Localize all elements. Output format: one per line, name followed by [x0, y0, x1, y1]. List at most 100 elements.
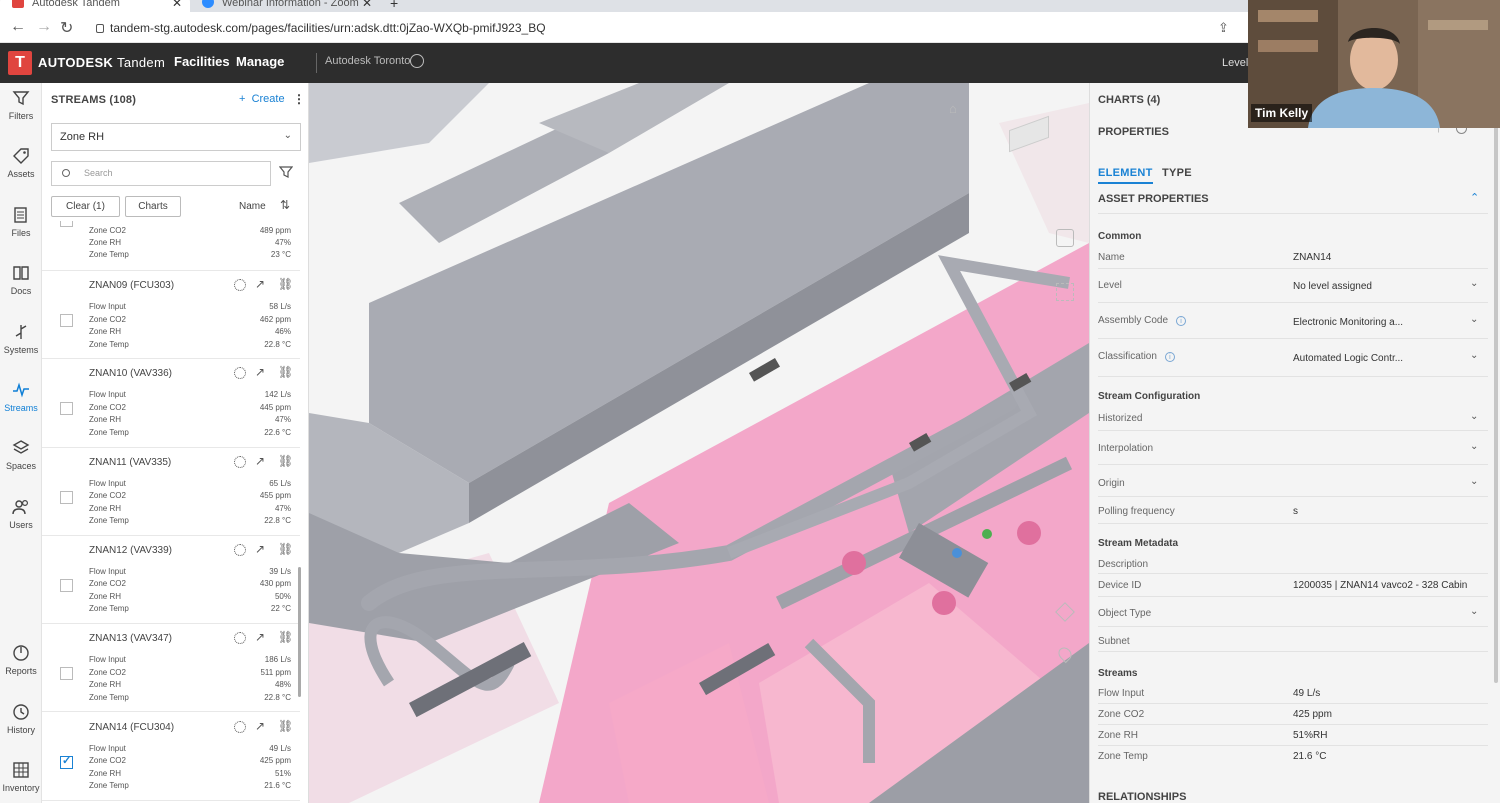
- sort-order-icon[interactable]: ⇅: [280, 198, 290, 212]
- nav-streams[interactable]: Streams: [0, 381, 42, 413]
- layers-tool-icon[interactable]: [1055, 602, 1075, 622]
- stream-checkbox[interactable]: [60, 314, 73, 327]
- advanced-filter-icon[interactable]: [279, 165, 293, 179]
- level-value[interactable]: No level assigned: [1293, 281, 1372, 292]
- stream-checkbox[interactable]: [60, 578, 73, 592]
- stream-list-item[interactable]: ZNAN14 (FCU304) ↗ ⛓ Flow Input 49 L/s Zone CO…: [42, 713, 300, 801]
- nav-spaces[interactable]: Spaces: [0, 439, 42, 471]
- 3d-viewport[interactable]: ⌂: [309, 83, 1089, 803]
- tab-type[interactable]: TYPE: [1162, 167, 1192, 179]
- link-icon[interactable]: ⛓: [278, 542, 293, 556]
- nav-filters[interactable]: Filters: [0, 89, 42, 121]
- asset-properties-header[interactable]: ASSET PROPERTIES: [1098, 193, 1209, 205]
- assembly-code-value[interactable]: Electronic Monitoring a...: [1293, 317, 1403, 328]
- new-tab-button[interactable]: +: [390, 0, 398, 11]
- stream-checkbox[interactable]: [60, 754, 73, 769]
- nav-users[interactable]: Users: [0, 498, 42, 530]
- checkbox[interactable]: [60, 221, 73, 227]
- sort-field[interactable]: Name: [239, 201, 266, 212]
- chevron-down-icon[interactable]: ⌄: [1470, 314, 1478, 325]
- url-field[interactable]: tandem-stg.autodesk.com/pages/facilities…: [96, 21, 546, 35]
- chevron-down-icon[interactable]: ⌄: [1470, 411, 1478, 422]
- trend-chart-icon[interactable]: ↗: [255, 454, 265, 468]
- close-tab-icon[interactable]: ✕: [362, 0, 372, 10]
- nav-inventory[interactable]: Inventory: [0, 761, 42, 793]
- search-input[interactable]: Search: [51, 161, 271, 186]
- clock-icon[interactable]: [410, 54, 424, 68]
- prop-label: Zone Temp: [89, 250, 129, 259]
- stream-list-item[interactable]: ZNAN13 (VAV347) ↗ ⛓ Flow Input 186 L/s Zone C…: [42, 624, 300, 713]
- trend-chart-icon[interactable]: ↗: [255, 277, 265, 291]
- classification-value[interactable]: Automated Logic Contr...: [1293, 353, 1403, 364]
- forward-arrow-icon[interactable]: →: [36, 18, 52, 36]
- trend-chart-icon[interactable]: ↗: [255, 719, 265, 733]
- facility-name[interactable]: Autodesk Toronto: [325, 55, 410, 67]
- chevron-up-icon[interactable]: ⌃: [1470, 191, 1479, 204]
- create-stream-button[interactable]: + Create: [239, 93, 285, 105]
- gear-icon[interactable]: [234, 367, 246, 380]
- link-icon[interactable]: ⛓: [278, 719, 293, 733]
- nav-systems[interactable]: Systems: [0, 323, 42, 355]
- chevron-down-icon[interactable]: ⌄: [1470, 350, 1478, 361]
- tab-element[interactable]: ELEMENT: [1098, 167, 1153, 184]
- gear-icon[interactable]: [234, 279, 246, 291]
- stream-list-item[interactable]: ZNAN09 (FCU303) ↗ ⛓ Flow Input 58 L/s Zone CO…: [42, 271, 300, 360]
- clear-selection-button[interactable]: Clear (1): [51, 196, 120, 217]
- reload-icon[interactable]: ↻: [60, 18, 73, 38]
- stream-list-item[interactable]: ZNAN10 (VAV336) ↗ ⛓ Flow Input 142 L/s Zone C…: [42, 359, 300, 448]
- chevron-down-icon[interactable]: ⌄: [1470, 606, 1478, 617]
- chevron-down-icon[interactable]: ⌄: [1470, 476, 1478, 487]
- chevron-down-icon[interactable]: ⌄: [1470, 278, 1478, 289]
- stream-checkbox[interactable]: [60, 402, 73, 416]
- nav-files[interactable]: Files: [0, 206, 42, 238]
- properties-scrollbar[interactable]: [1494, 123, 1498, 683]
- stream-list-item[interactable]: ZNAN12 (VAV339) ↗ ⛓ Flow Input 39 L/s Zone CO…: [42, 536, 300, 625]
- trend-chart-icon[interactable]: ↗: [255, 630, 265, 644]
- charts-title[interactable]: CHARTS (4): [1098, 94, 1160, 106]
- menu-manage[interactable]: Manage: [236, 54, 284, 69]
- pin-icon[interactable]: [1055, 644, 1075, 664]
- info-icon[interactable]: i: [1176, 316, 1187, 326]
- name-value[interactable]: ZNAN14: [1293, 252, 1331, 263]
- nav-assets[interactable]: Assets: [0, 147, 42, 179]
- gear-icon[interactable]: [234, 543, 246, 556]
- trend-chart-icon[interactable]: ↗: [255, 365, 265, 379]
- device-id-value[interactable]: 1200035 | ZNAN14 vavco2 - 328 Cabin: [1293, 580, 1467, 591]
- url-text: tandem-stg.autodesk.com/pages/facilities…: [110, 21, 546, 35]
- info-icon[interactable]: i: [1164, 352, 1175, 362]
- charts-button[interactable]: Charts: [125, 196, 181, 217]
- nav-label: Docs: [10, 286, 32, 296]
- gear-icon[interactable]: [234, 720, 246, 733]
- building-model[interactable]: [309, 83, 1089, 803]
- chevron-down-icon[interactable]: ⌄: [1470, 441, 1478, 452]
- home-icon[interactable]: ⌂: [949, 101, 957, 116]
- nav-reports[interactable]: Reports: [0, 644, 42, 676]
- more-options-icon[interactable]: ⋮: [293, 92, 305, 106]
- browser-tab-zoom[interactable]: Webinar Information - Zoom ✕: [190, 0, 380, 12]
- back-arrow-icon[interactable]: ←: [10, 18, 26, 36]
- link-icon[interactable]: ⛓: [278, 630, 293, 644]
- link-icon[interactable]: ⛓: [278, 277, 293, 291]
- stream-checkbox[interactable]: [60, 490, 73, 504]
- menu-facilities[interactable]: Facilities: [174, 54, 230, 69]
- browser-tab-tandem[interactable]: Autodesk Tandem ✕: [0, 0, 190, 12]
- streams-scrollbar[interactable]: [298, 567, 301, 697]
- stream-checkbox[interactable]: [60, 667, 73, 681]
- nav-docs[interactable]: Docs: [0, 264, 42, 296]
- trend-chart-icon[interactable]: ↗: [255, 542, 265, 556]
- polling-frequency-value[interactable]: s: [1293, 506, 1298, 517]
- box-select-icon[interactable]: [1056, 283, 1074, 301]
- section-icon[interactable]: [1056, 229, 1074, 247]
- link-icon[interactable]: ⛓: [278, 454, 293, 468]
- stream-list-item[interactable]: ZNAN11 (VAV335) ↗ ⛓ Flow Input 65 L/s Zone CO…: [42, 448, 300, 536]
- gear-icon[interactable]: [234, 455, 246, 468]
- list-item-partial[interactable]: Zone CO2 489 ppm Zone RH 47% Zone Temp 23 °…: [42, 221, 300, 271]
- link-icon[interactable]: ⛓: [278, 365, 293, 379]
- share-icon[interactable]: ⇪: [1218, 20, 1229, 36]
- level-selector[interactable]: Level: [1222, 57, 1248, 69]
- stream-filter-dropdown[interactable]: Zone RH ⌄: [51, 123, 301, 151]
- relationships-header[interactable]: RELATIONSHIPS: [1098, 791, 1186, 803]
- gear-icon[interactable]: [234, 632, 246, 645]
- close-tab-icon[interactable]: ✕: [172, 0, 182, 10]
- nav-history[interactable]: History: [0, 703, 42, 735]
